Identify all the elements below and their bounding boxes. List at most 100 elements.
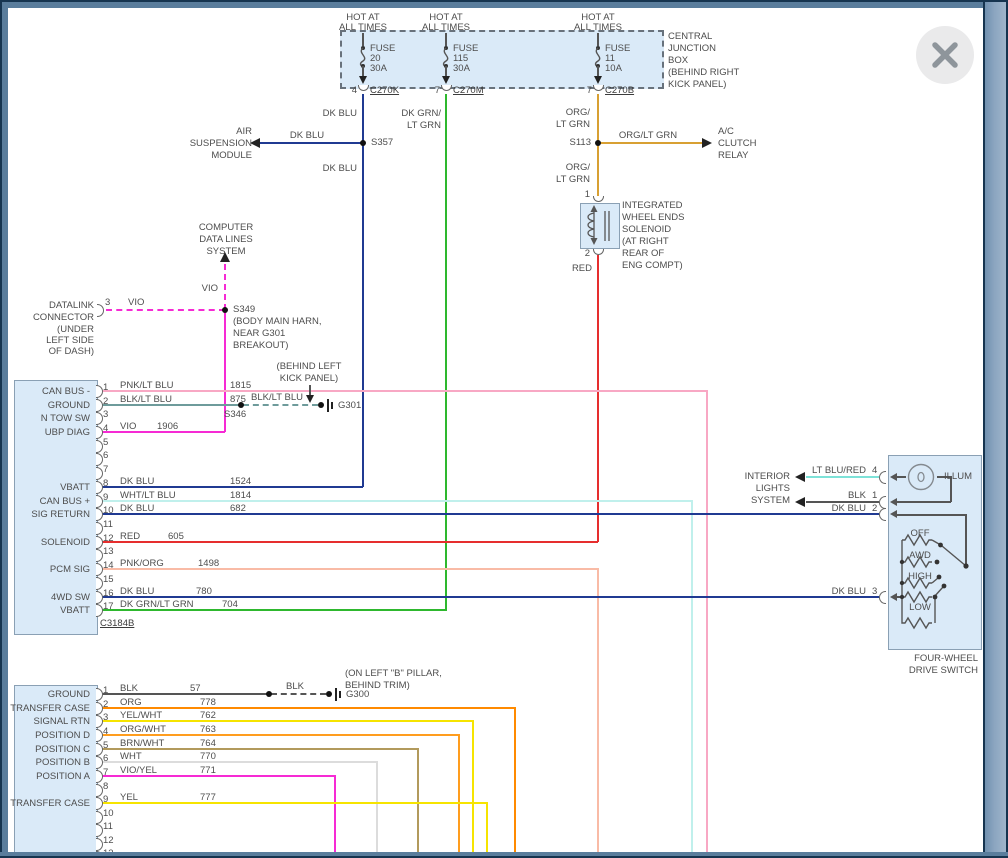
wire-org-vertical [514,707,516,852]
pin-number: 1 [585,189,590,201]
bulb-icon [905,461,937,493]
wire-color-label: BLK/LT BLU [251,392,303,404]
pin-function: POSITION A [36,771,90,783]
wire-lead [362,66,364,76]
wire-orgltgrn-acrelay [598,142,702,144]
pin-number: 3 [103,409,108,421]
ac-relay-label: RELAY [718,150,748,162]
switch-resistor-ladder [893,524,981,646]
wire-color-label: PNK/ORG [120,558,164,570]
splice-note: (BODY MAIN HARN, [233,316,322,328]
connector-name: C270B [605,85,634,97]
frame-bottom [0,852,1008,858]
wire-whtltblu-vertical [691,500,693,852]
pin-number: 11 [103,821,113,833]
switch-position-label: HIGH [908,571,932,583]
pin-function: VBATT [60,482,90,494]
central-junction-box [340,30,664,89]
pin-number: 8 [103,781,108,793]
pin-number: 6 [103,450,108,462]
wire-color-label: ORG [120,697,142,709]
arrow-left-icon [250,138,260,148]
ac-relay-label: A/C [718,126,734,138]
pin-function: SOLENOID [41,537,90,549]
pin-function: VBATT [60,605,90,617]
connector-pin: 7 [587,85,592,97]
cdl-label: COMPUTER [199,222,253,234]
connector-name: C270M [453,85,484,97]
wire-color-label: DK BLU [323,163,357,175]
switch-position-label: LOW [909,602,931,614]
splice-dot [222,307,228,313]
splice-note: NEAR G301 [233,328,285,340]
arrow-down-icon [594,76,602,84]
pin-number: 4 [103,726,108,738]
wire-pnkltblu-vertical [706,390,708,852]
wire-color-label: DK GRN/ [401,108,441,120]
hot-label: ALL TIMES [574,22,622,34]
connector-pin: 7 [435,85,440,97]
switch-position-label: OFF [911,528,930,540]
wire-yelwht-vertical [472,720,474,852]
switch-position-label: AWD [909,550,931,562]
hot-label: ALL TIMES [422,22,470,34]
wire-gauge: 1524 [230,476,251,488]
pin-function: N TOW SW [41,413,90,425]
wire-whtltblu-pin9 [100,500,692,502]
datalink-label: LEFT SIDE [46,335,94,347]
wire-gauge: 1814 [230,490,251,502]
ground-symbol [327,399,329,412]
illum-label: ILLUM [944,471,972,483]
ground-name: G300 [346,689,369,701]
pin-number: 2 [103,699,108,711]
wire-color-label: DK BLU [323,108,357,120]
pin-number: 8 [103,478,108,490]
wire-color-label: ORG/ [566,162,590,174]
wire-color-label: DK GRN/LT GRN [120,599,194,611]
splice-label: S113 [570,137,591,149]
wire-lead [597,66,599,76]
cjb-label: JUNCTION [668,43,716,55]
scrollbar-track[interactable] [983,0,1008,858]
wire-gauge: 1906 [157,421,178,433]
wire-color-label: BLK [286,681,304,693]
close-button[interactable] [916,26,974,84]
pin-function: GROUND [48,689,90,701]
pin-number: 7 [103,767,108,779]
wire-dkblu-pin16 [100,596,879,598]
wire-color-label: VIO [120,421,136,433]
pin-number: 10 [103,505,114,517]
interior-lights-label: SYSTEM [751,495,790,507]
wire-gauge: 875 [230,394,246,406]
pointer-line [309,385,311,395]
pin-number: 7 [103,464,108,476]
pin-number: 10 [103,808,114,820]
g300-note: (ON LEFT "B" PILLAR, [345,668,442,680]
interior-lights-label: LIGHTS [756,483,790,495]
wire-vioyel-vertical [334,775,336,852]
ac-relay-label: CLUTCH [718,138,757,150]
wire-color-label: RED [120,531,140,543]
pin-number: 3 [872,586,877,598]
pin-function: SIG RETURN [31,509,90,521]
wire-color-label: BLK/LT BLU [120,394,172,406]
splice-dot [266,691,272,697]
wire-gauge: 780 [196,586,212,598]
wire-gauge: 605 [168,531,184,543]
splice-note: BREAKOUT) [233,340,288,352]
pin-number: 12 [103,533,114,545]
wire-gauge: 682 [230,503,246,515]
pin-number: 4 [103,423,108,435]
ground-symbol [326,691,332,697]
wire-gauge: 770 [200,751,216,763]
pin-number: 16 [103,588,114,600]
wire-color-label: LT GRN [556,174,590,186]
air-susp-label: AIR [236,126,252,138]
wire-blk-dashed [271,693,326,695]
wire-wht-vertical [376,761,378,852]
pin-function: POSITION D [35,730,90,742]
wire-dkblu-airsusp [259,142,363,144]
solenoid-label: WHEEL ENDS [622,212,684,224]
wire-brnwht-vertical [417,748,419,852]
wire-color-label: DK BLU [120,586,154,598]
